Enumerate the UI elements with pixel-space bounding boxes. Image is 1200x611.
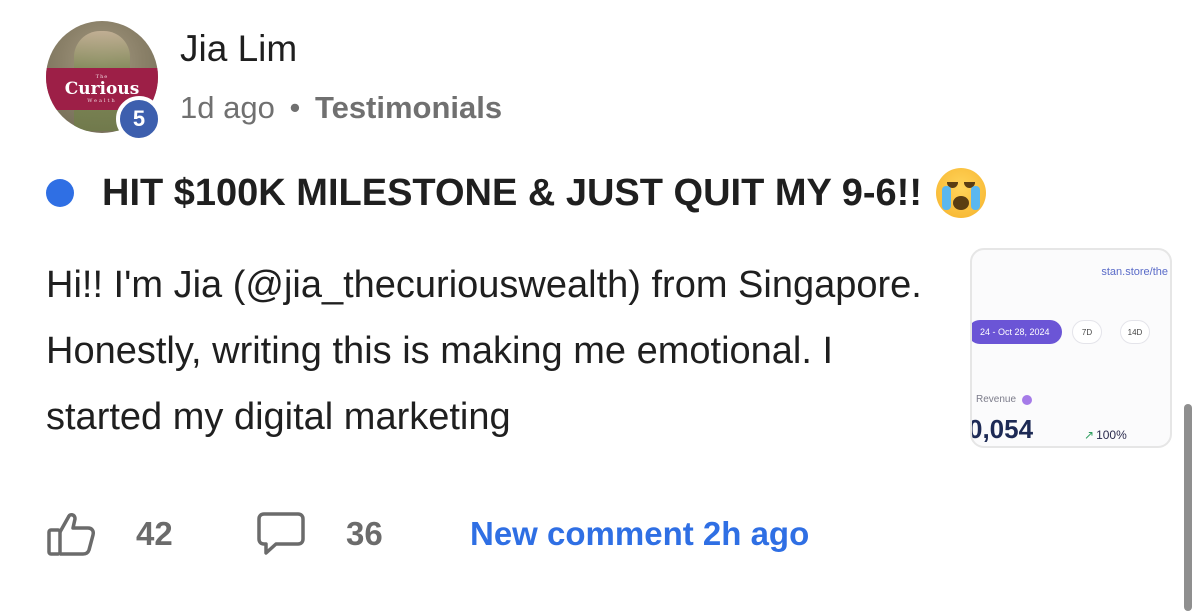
post-meta: 1d ago • Testimonials (180, 90, 502, 126)
revenue-change-text: 100% (1096, 428, 1127, 442)
thumbnail-date-range: 24 - Oct 28, 2024 (972, 320, 1062, 344)
like-count: 42 (136, 515, 173, 552)
author-name[interactable]: Jia Lim (180, 28, 297, 70)
comment-button[interactable]: 36 (256, 510, 466, 558)
like-button[interactable]: 42 (46, 510, 256, 558)
new-comment-link[interactable]: New comment 2h ago (470, 515, 809, 553)
comment-count: 36 (346, 515, 383, 552)
post-title[interactable]: HIT $100K MILESTONE & JUST QUIT MY 9-6!! (102, 172, 922, 215)
scrollbar[interactable] (1184, 404, 1192, 611)
thumbnail-range-7d: 7D (1072, 320, 1102, 344)
post-body[interactable]: Hi!! I'm Jia (@jia_thecuriouswealth) fro… (46, 252, 946, 450)
post-actions: 42 36 New comment 2h ago (46, 510, 809, 558)
post-thumbnail[interactable]: stan.store/the 24 - Oct 28, 2024 7D 14D … (970, 248, 1172, 448)
unread-indicator (46, 179, 74, 207)
post-title-row[interactable]: HIT $100K MILESTONE & JUST QUIT MY 9-6!! (46, 168, 986, 218)
thumbnail-revenue-change: ↗ 100% (1084, 428, 1127, 442)
thumbnail-revenue-label: Revenue (976, 394, 1033, 405)
post-category[interactable]: Testimonials (315, 90, 502, 125)
loudly-crying-face-icon (935, 168, 986, 218)
thumbnail-range-14d: 14D (1120, 320, 1150, 344)
brand-logo-main: Curious (64, 79, 140, 99)
meta-separator: • (289, 90, 301, 125)
level-badge: 5 (116, 96, 162, 142)
thumbnail-revenue-value: 0,054 (970, 414, 1034, 444)
thumbs-up-icon (46, 510, 96, 558)
revenue-label-text: Revenue (976, 394, 1017, 405)
revenue-dot-icon (1022, 394, 1033, 405)
thumbnail-store-url: stan.store/the (1101, 266, 1168, 278)
brand-logo-sub: Wealth (87, 98, 117, 104)
speech-bubble-icon (256, 510, 306, 558)
post-time: 1d ago (180, 90, 275, 125)
trend-up-icon: ↗ (1084, 428, 1095, 442)
community-post[interactable]: The Curious Wealth 5 Jia Lim 1d ago • Te… (0, 0, 1200, 611)
